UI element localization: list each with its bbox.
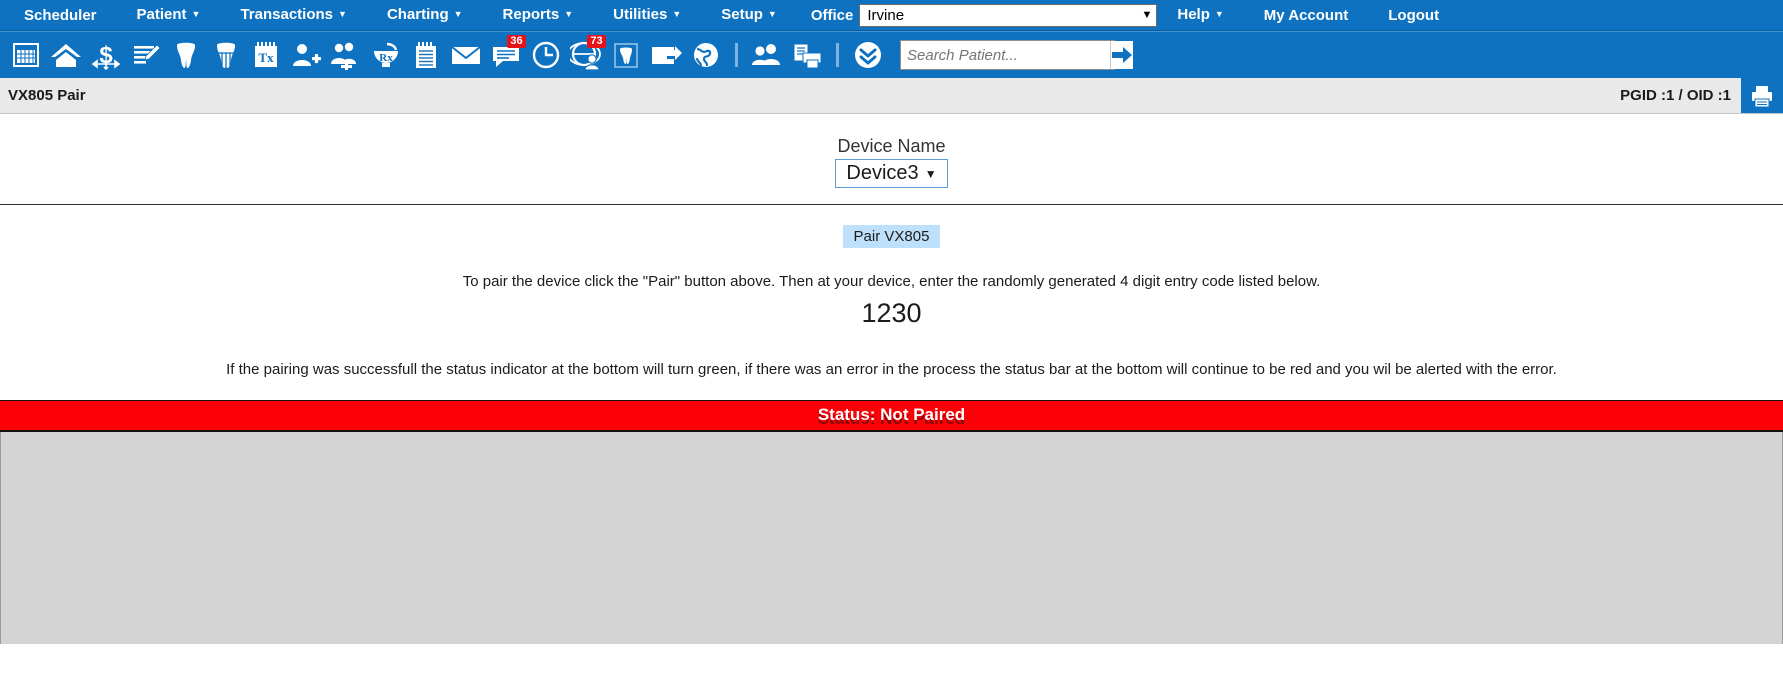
pairing-status-note-text: If the pairing was successfull the statu… [226, 361, 1557, 378]
status-bar-text: Status: Not Paired [817, 405, 966, 424]
menu-item-scheduler[interactable]: Scheduler [4, 0, 117, 31]
status-bar: Status: Not Paired Status: Not Paired [0, 400, 1783, 432]
add-patient-icon[interactable] [286, 35, 326, 75]
tooth-icon[interactable] [166, 35, 206, 75]
device-name-label: Device Name [837, 136, 946, 156]
menu-label: Logout [1388, 6, 1440, 24]
pair-button-row: Pair VX805 [0, 205, 1783, 248]
vx805-pair-page: Scheduler Patient ▼ Transactions ▼ Chartin… [0, 0, 1783, 676]
tooth-perio-icon[interactable] [206, 35, 246, 75]
menu-label: Reports [502, 5, 560, 23]
search-input[interactable] [901, 40, 1110, 70]
clipboard-notes-icon[interactable] [406, 35, 446, 75]
chevron-down-icon: ▼ [672, 8, 682, 19]
svg-text:Tx: Tx [258, 50, 274, 65]
device-name-value: Device3 [846, 162, 919, 184]
prescription-rx-icon[interactable]: Rx [366, 35, 406, 75]
pgid-oid-label: PGID :1 / OID :1 [1620, 87, 1731, 104]
menu-item-logout[interactable]: Logout [1368, 0, 1459, 31]
chat-messages-icon[interactable]: 36 [486, 35, 526, 75]
bottom-empty-panel [0, 432, 1783, 644]
treatment-plan-icon[interactable]: Tx [246, 35, 286, 75]
main-menu-bar: Scheduler Patient ▼ Transactions ▼ Chartin… [0, 0, 1783, 31]
toolbar-separator [735, 43, 738, 67]
globe-web-icon[interactable] [686, 35, 726, 75]
chevron-down-icon: ▼ [924, 166, 937, 181]
menu-item-transactions[interactable]: Transactions ▼ [220, 0, 366, 32]
chevron-down-icon: ▼ [453, 8, 463, 19]
pairing-instruction-text: To pair the device click the "Pair" butt… [462, 273, 1321, 290]
users-group-icon[interactable] [747, 35, 787, 75]
search-submit-button[interactable] [1110, 41, 1133, 69]
arrow-right-icon [1112, 47, 1132, 63]
screen-transfer-icon[interactable] [646, 35, 686, 75]
tooth-chart-icon[interactable] [606, 35, 646, 75]
menu-label: Scheduler [24, 6, 97, 24]
page-title: VX805 Pair [8, 87, 86, 104]
page-title-right: PGID :1 / OID :1 [1620, 78, 1783, 113]
edit-notes-icon[interactable] [126, 35, 166, 75]
device-name-block: Device Name Device3 ▼ [0, 114, 1783, 196]
chevron-down-icon: ▼ [1141, 9, 1153, 21]
add-family-icon[interactable] [326, 35, 366, 75]
global-patient-badge-count: 73 [587, 35, 606, 48]
menu-label: Charting [386, 5, 449, 23]
envelope-mail-icon[interactable] [446, 35, 486, 75]
search-patient-container [900, 40, 1133, 70]
menu-item-help[interactable]: Help ▼ [1157, 0, 1243, 32]
clock-icon[interactable] [526, 35, 566, 75]
calendar-grid-icon[interactable] [6, 35, 46, 75]
home-icon[interactable] [46, 35, 86, 75]
chat-badge-count: 36 [507, 35, 526, 48]
menu-label: Utilities [613, 5, 668, 23]
chevron-down-icon: ▼ [767, 8, 777, 19]
print-documents-icon[interactable] [787, 35, 827, 75]
menu-label: Patient [136, 5, 187, 23]
chevron-down-icon: ▼ [564, 8, 574, 19]
print-button[interactable] [1741, 78, 1783, 113]
office-select-value: Irvine [867, 6, 905, 24]
menu-item-my-account[interactable]: My Account [1244, 0, 1368, 31]
toolbar-separator [836, 43, 839, 67]
menu-label: Help [1177, 5, 1210, 23]
menu-item-charting[interactable]: Charting ▼ [367, 0, 483, 32]
global-patient-icon[interactable]: 73 [566, 35, 606, 75]
office-label: Office [810, 6, 854, 24]
office-select[interactable]: Irvine ▼ [859, 3, 1158, 27]
chevron-down-icon: ▼ [338, 8, 347, 19]
page-title-bar: VX805 Pair PGID :1 / OID :1 [0, 78, 1783, 114]
main-content: Device Name Device3 ▼ Pair VX805 To pair… [0, 114, 1783, 644]
menu-label: Transactions [240, 5, 334, 23]
menu-item-patient[interactable]: Patient ▼ [117, 0, 221, 32]
svg-text:Rx: Rx [379, 52, 393, 64]
chevron-down-icon: ▼ [1214, 8, 1224, 19]
menu-label: My Account [1263, 6, 1349, 24]
printer-icon [1752, 85, 1772, 107]
menu-item-reports[interactable]: Reports ▼ [483, 0, 594, 32]
menu-label: Setup [721, 5, 763, 23]
chevron-down-icon: ▼ [191, 8, 201, 19]
entry-code-value: 1230 [861, 298, 922, 328]
menu-item-setup[interactable]: Setup ▼ [701, 0, 797, 32]
icon-toolbar: $ Tx Rx 36 73 Search Patient... [0, 31, 1783, 78]
dollar-move-icon[interactable]: $ [86, 35, 126, 75]
menu-item-utilities[interactable]: Utilities ▼ [593, 0, 701, 32]
pair-vx805-button[interactable]: Pair VX805 [842, 225, 941, 248]
double-chevron-down-icon[interactable] [848, 35, 888, 75]
device-name-select[interactable]: Device3 ▼ [835, 159, 948, 188]
